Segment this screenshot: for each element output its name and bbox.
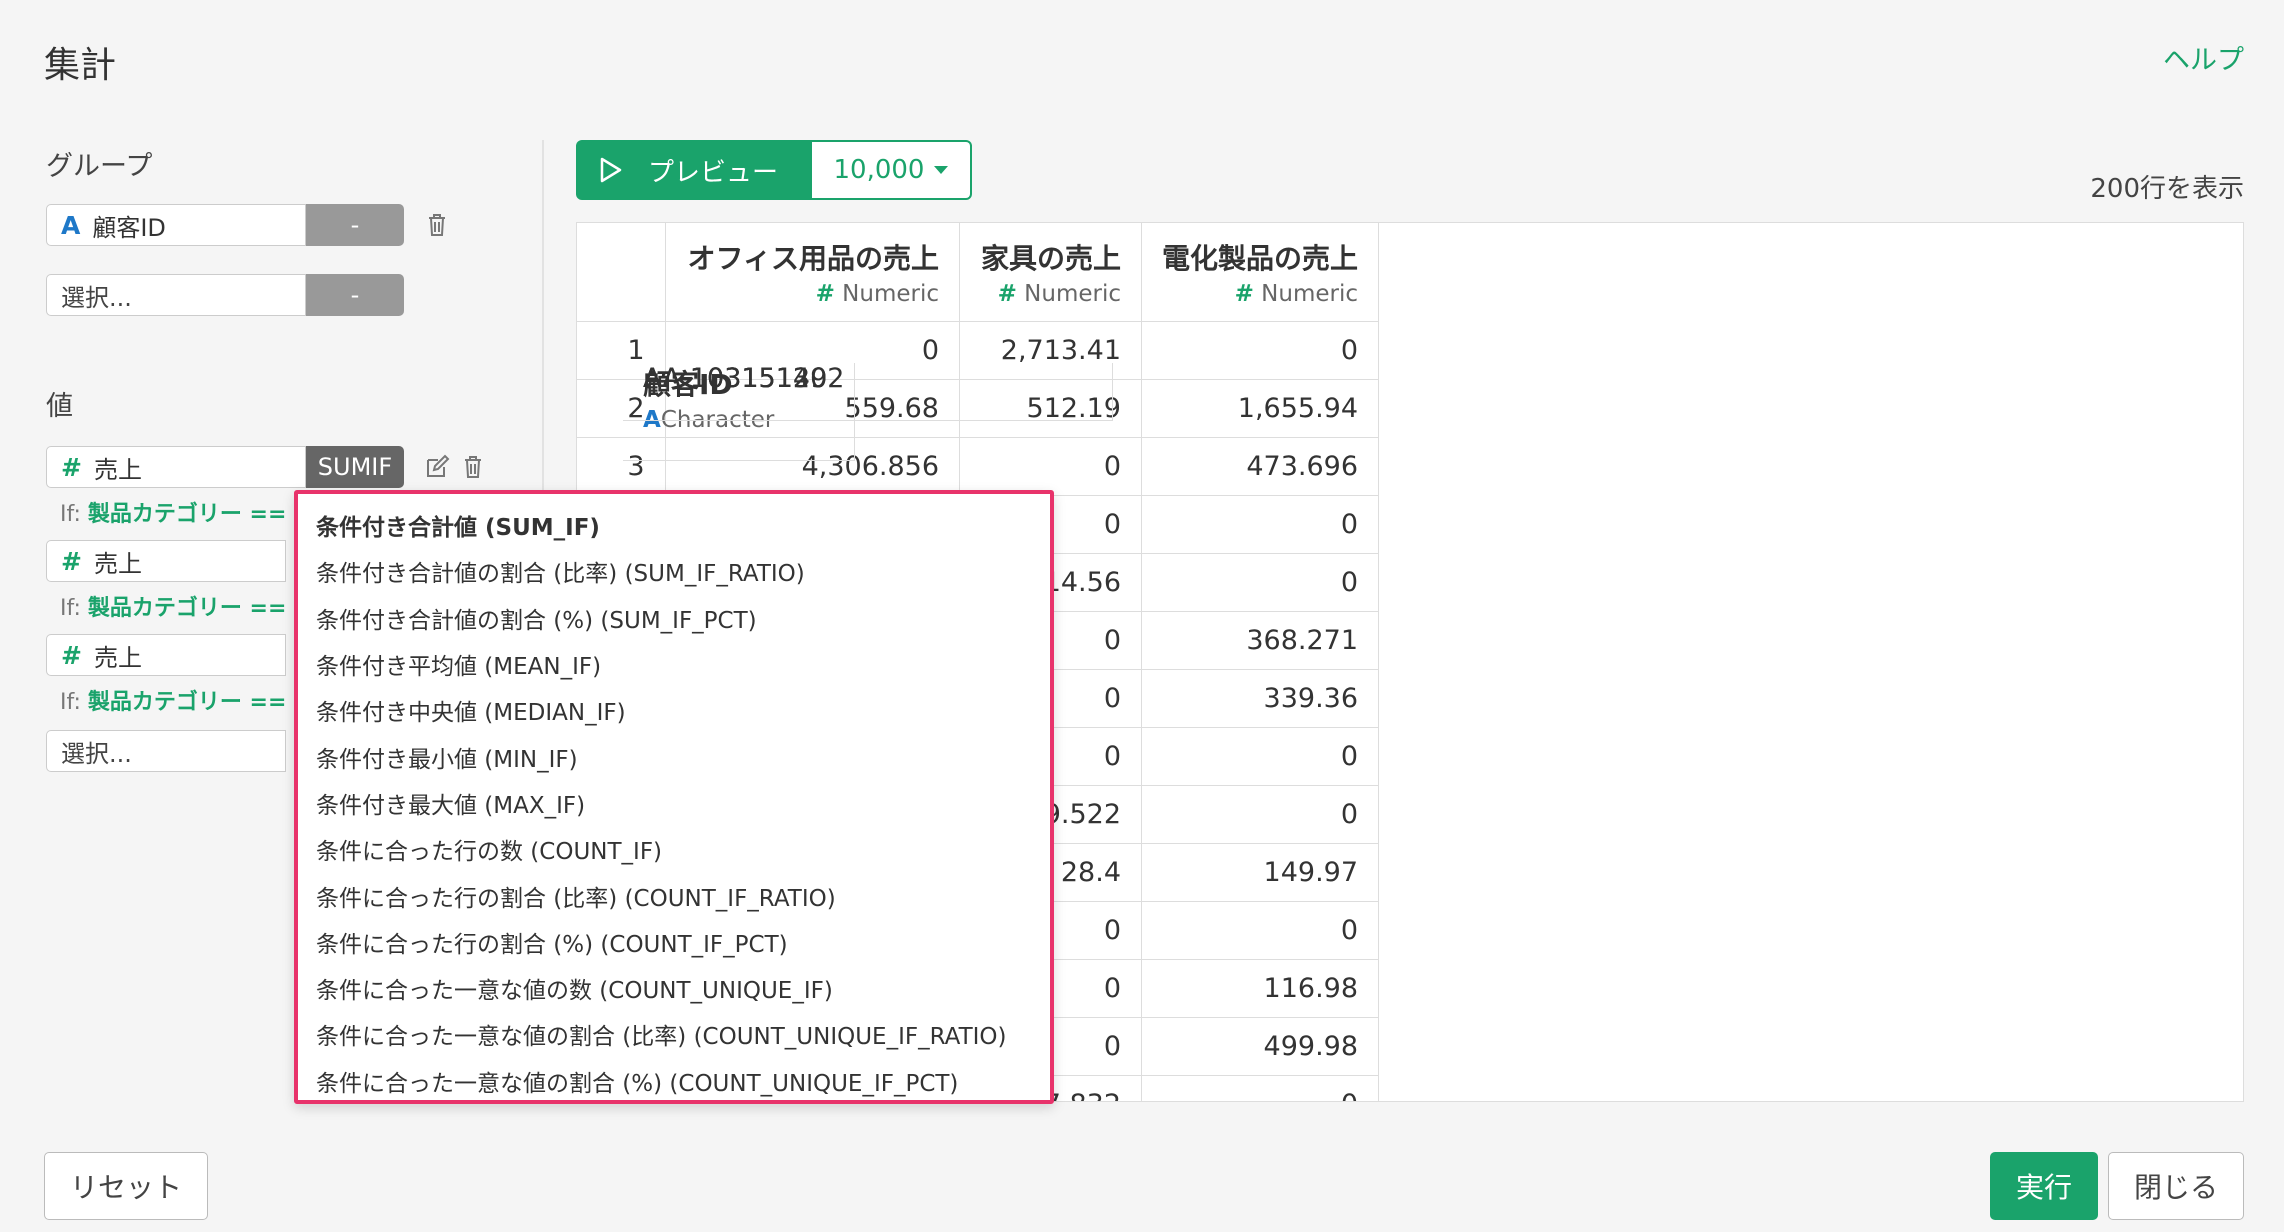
table-header-row: 顧客ID ACharacter オフィス用品の売上 # Numeric 家具の売… — [577, 223, 1380, 461]
caret-down-icon — [934, 166, 949, 174]
rows-shown-label: 200行を表示 — [2090, 174, 2244, 204]
group-field-label: 顧客ID — [92, 213, 166, 242]
menu-item[interactable]: 条件に合った一意な値の数 (COUNT_UNIQUE_IF) — [298, 965, 1050, 1011]
electronics-sales-cell: 368.271 — [1141, 611, 1380, 670]
group-section-label: グループ — [46, 151, 153, 182]
numeric-type-icon: # — [815, 280, 835, 307]
trash-icon[interactable] — [460, 453, 486, 481]
menu-item[interactable]: 条件付き合計値の割合 (比率) (SUM_IF_RATIO) — [298, 548, 1050, 594]
menu-item[interactable]: 条件に合った行の割合 (%) (COUNT_IF_PCT) — [298, 919, 1050, 965]
help-link[interactable]: ヘルプ — [2163, 38, 2244, 77]
menu-item[interactable]: 条件付き最大値 (MAX_IF) — [298, 780, 1050, 826]
preview-toolbar: プレビュー 10,000 — [576, 140, 972, 200]
electronics-sales-cell: 473.696 — [1141, 437, 1380, 496]
value-field-row-1: # 売上 SUMIF — [46, 446, 486, 488]
row-count-dropdown[interactable]: 10,000 — [812, 140, 972, 200]
menu-item[interactable]: 条件付き合計値の割合 (%) (SUM_IF_PCT) — [298, 595, 1050, 641]
electronics-sales-cell: 0 — [1141, 1075, 1380, 1101]
row-count-value: 10,000 — [833, 155, 925, 185]
sumif-agg-dropdown[interactable]: SUMIF — [306, 446, 404, 488]
furniture-sales-cell: 0 — [959, 437, 1142, 496]
numeric-type-icon: # — [61, 546, 82, 576]
reset-button[interactable]: リセット — [44, 1152, 208, 1220]
preview-button[interactable]: プレビュー — [576, 140, 812, 200]
value-field-label: 売上 — [93, 549, 142, 578]
electronics-sales-cell: 149.97 — [1141, 843, 1380, 902]
row-number-header — [577, 223, 666, 322]
numeric-type-icon: # — [61, 640, 82, 670]
page-title: 集計 — [44, 45, 117, 86]
condition-text-3[interactable]: If: 製品カテゴリー == "電 — [60, 684, 328, 716]
value-field-label: 売上 — [93, 643, 142, 672]
aggregation-function-menu: 条件付き合計値 (SUM_IF) 条件付き合計値の割合 (比率) (SUM_IF_… — [294, 490, 1054, 1104]
group-select-agg[interactable]: - — [306, 274, 404, 316]
electronics-sales-cell: 0 — [1141, 901, 1380, 960]
column-header-electronics-sales[interactable]: 電化製品の売上 # Numeric — [1141, 223, 1380, 322]
value-field-sales-2[interactable]: # 売上 — [46, 540, 286, 582]
character-type-icon: A — [61, 210, 81, 240]
play-icon — [600, 157, 622, 183]
preview-label: プレビュー — [648, 157, 779, 188]
edit-icon[interactable] — [424, 453, 450, 481]
value-field-row-2: # 売上 — [46, 540, 286, 582]
electronics-sales-cell: 499.98 — [1141, 1017, 1380, 1076]
value-select-row: 選択... — [46, 730, 286, 772]
electronics-sales-cell: 0 — [1141, 785, 1380, 844]
electronics-sales-cell: 1,655.94 — [1141, 379, 1380, 438]
menu-item[interactable]: 条件付き平均値 (MEAN_IF) — [298, 641, 1050, 687]
numeric-type-icon: # — [61, 452, 82, 482]
run-button[interactable]: 実行 — [1990, 1152, 2098, 1220]
electronics-sales-cell: 116.98 — [1141, 959, 1380, 1018]
group-field-row: A 顧客ID - — [46, 204, 450, 246]
column-header-furniture-sales[interactable]: 家具の売上 # Numeric — [959, 223, 1142, 322]
condition-text-1[interactable]: If: 製品カテゴリー == "オ — [60, 496, 328, 528]
customer-id-cell — [623, 363, 1113, 421]
menu-item[interactable]: 条件付き最小値 (MIN_IF) — [298, 733, 1050, 779]
value-field-sales-3[interactable]: # 売上 — [46, 634, 286, 676]
menu-item[interactable]: 条件に合った行の割合 (比率) (COUNT_IF_RATIO) — [298, 872, 1050, 918]
electronics-sales-cell: 0 — [1141, 553, 1380, 612]
electronics-sales-cell: 0 — [1141, 727, 1380, 786]
values-section-label: 値 — [46, 391, 73, 422]
group-field-customer-id[interactable]: A 顧客ID — [46, 204, 306, 246]
value-field-label: 売上 — [93, 455, 142, 484]
electronics-sales-cell: 0 — [1141, 495, 1380, 554]
menu-item[interactable]: 条件付き合計値 (SUM_IF) — [298, 502, 1050, 548]
column-header-office-sales[interactable]: オフィス用品の売上 # Numeric — [665, 223, 960, 322]
numeric-type-icon: # — [997, 280, 1017, 307]
menu-item[interactable]: 条件に合った一意な値の割合 (比率) (COUNT_UNIQUE_IF_RATI… — [298, 1011, 1050, 1057]
electronics-sales-cell: 339.36 — [1141, 669, 1380, 728]
value-select-field[interactable]: 選択... — [46, 730, 286, 772]
group-select-field[interactable]: 選択... — [46, 274, 306, 316]
numeric-type-icon: # — [1234, 280, 1254, 307]
electronics-sales-cell: 0 — [1141, 321, 1380, 380]
condition-text-2[interactable]: If: 製品カテゴリー == "家 — [60, 590, 328, 622]
menu-item[interactable]: 条件付き中央値 (MEDIAN_IF) — [298, 687, 1050, 733]
trash-icon[interactable] — [424, 211, 450, 239]
group-select-row: 選択... - — [46, 274, 404, 316]
menu-item[interactable]: 条件に合った一意な値の割合 (%) (COUNT_UNIQUE_IF_PCT) — [298, 1058, 1050, 1104]
close-button[interactable]: 閉じる — [2108, 1152, 2244, 1220]
value-field-sales-1[interactable]: # 売上 — [46, 446, 306, 488]
value-field-row-3: # 売上 — [46, 634, 286, 676]
menu-item[interactable]: 条件に合った行の数 (COUNT_IF) — [298, 826, 1050, 872]
group-agg-dropdown[interactable]: - — [306, 204, 404, 246]
